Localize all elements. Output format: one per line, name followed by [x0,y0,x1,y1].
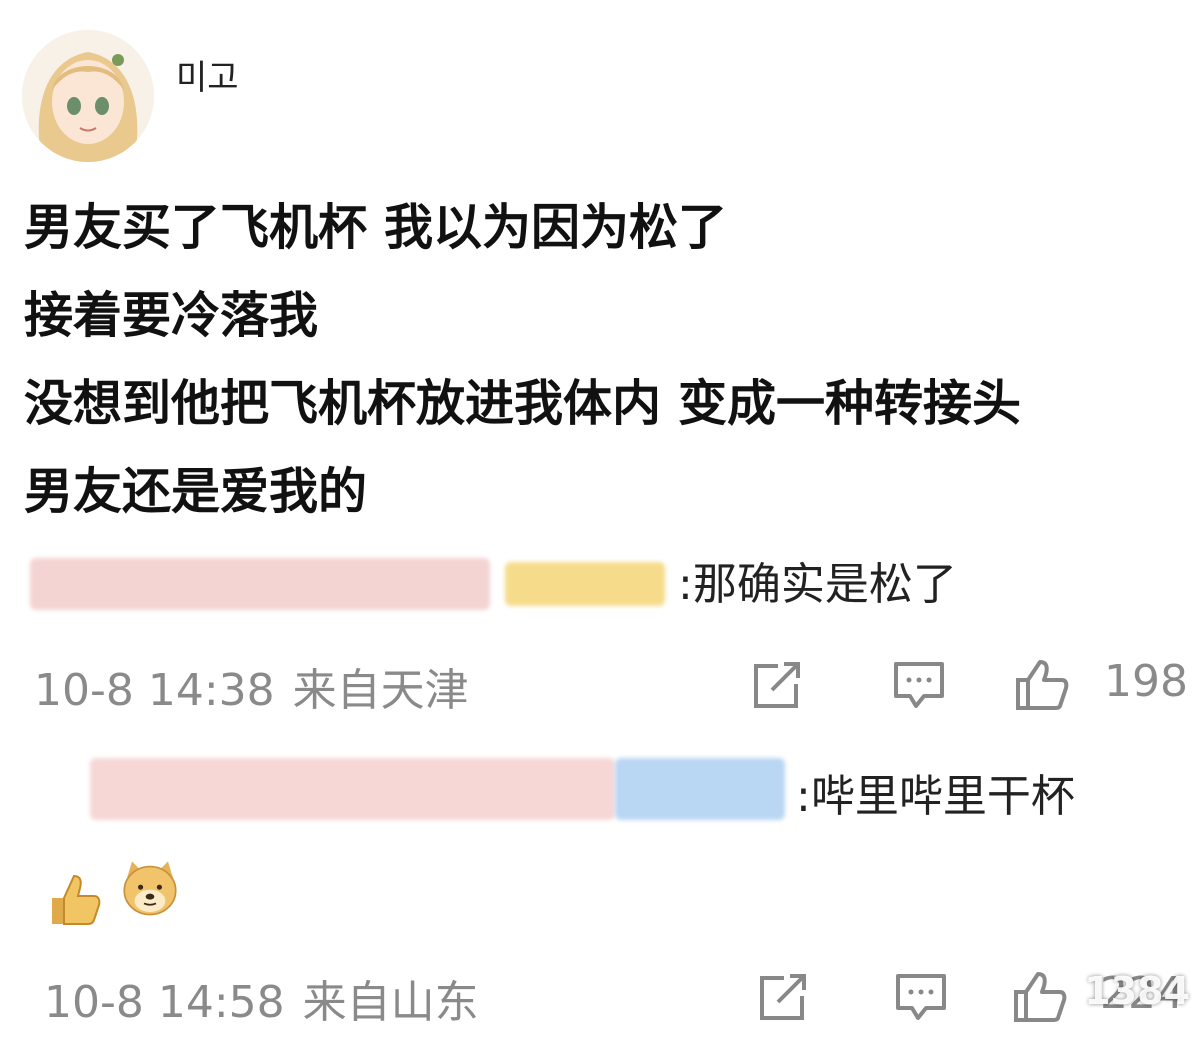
post-line: 男友还是爱我的 [24,463,368,520]
like-count: 198 [1104,656,1188,707]
comment-timestamp: 10-8 14:38 来自天津 [34,654,469,718]
comment-meta: 10-8 14:38 来自天津 198 [0,650,1200,720]
comment-location: 来自山东 [302,977,479,1028]
avatar[interactable] [22,30,154,162]
comment-location: 来自天津 [292,665,469,716]
blurred-badge [615,758,785,820]
username[interactable]: 미고 [176,50,239,99]
blurred-commenter-name[interactable] [30,558,490,610]
share-icon[interactable] [754,968,812,1026]
comment-meta: 10-8 14:58 来自山东 224 [0,962,1200,1032]
comment-text: :那确实是松了 [678,559,957,610]
share-icon[interactable] [748,656,806,714]
post-line: 没想到他把飞机杯放进我体内 变成一种转接头 [24,375,1022,432]
comment-header: :哔里哔里干杯 [0,752,1200,832]
post-body: 男友买了飞机杯 我以为因为松了 接着要冷落我 没想到他把飞机杯放进我体内 变成一… [24,184,1194,536]
comment-time: 10-8 14:58 [44,977,285,1028]
comment-icon[interactable] [890,656,948,714]
like-icon[interactable] [1010,968,1068,1026]
blurred-commenter-name[interactable] [90,758,615,820]
post-line: 男友买了飞机杯 我以为因为松了 [24,199,728,256]
comment-timestamp: 10-8 14:58 来自山东 [44,966,479,1030]
post-line: 接着要冷落我 [24,287,319,344]
comment-time: 10-8 14:38 [34,665,275,716]
watermark: 1384 [1084,969,1190,1013]
blurred-badge [505,562,665,606]
thumbs-up-emoji-icon [52,874,101,925]
comment-header: :那确实是松了 [0,540,1200,620]
comment-icon[interactable] [892,968,950,1026]
comment-text: :哔里哔里干杯 [796,771,1075,822]
anime-girl-avatar-icon [22,30,154,162]
doge-emoji-icon [123,861,177,916]
like-icon[interactable] [1012,656,1070,714]
